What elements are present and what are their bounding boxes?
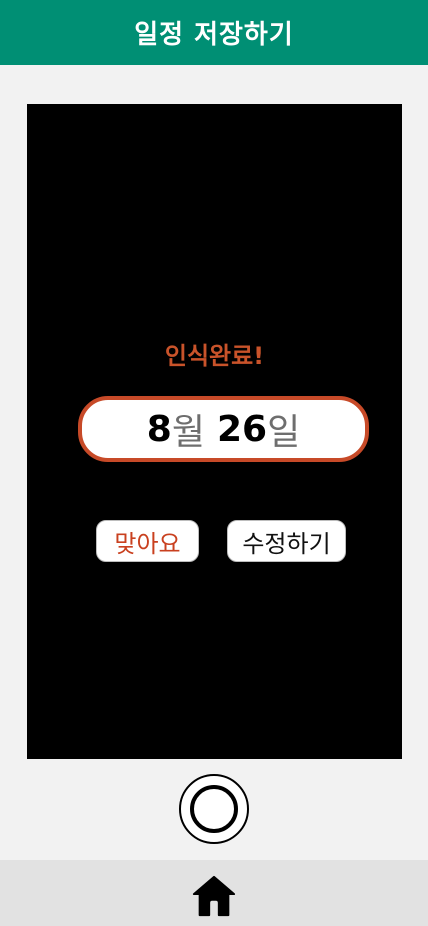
date-day-unit: 일 xyxy=(267,412,301,453)
camera-preview: 인식완료! 8 월 26 일 맞아요 수정하기 xyxy=(27,104,402,759)
date-day: 26 xyxy=(216,408,268,450)
app-screen: 일정 저장하기 인식완료! 8 월 26 일 맞아요 수정하기 xyxy=(0,0,428,926)
recognized-date: 8 월 26 일 xyxy=(78,396,369,462)
edit-button[interactable]: 수정하기 xyxy=(227,520,346,562)
bottom-nav xyxy=(0,860,428,926)
confirm-button[interactable]: 맞아요 xyxy=(96,520,199,562)
shutter-inner-ring xyxy=(190,785,238,833)
camera-shutter-icon[interactable] xyxy=(179,774,249,844)
page-title: 일정 저장하기 xyxy=(134,20,294,50)
app-header: 일정 저장하기 xyxy=(0,0,428,65)
date-month: 8 xyxy=(146,408,172,450)
recognition-status: 인식완료! xyxy=(164,342,265,370)
home-icon xyxy=(192,875,236,917)
home-button[interactable] xyxy=(190,872,238,920)
date-month-unit: 월 xyxy=(171,412,205,453)
